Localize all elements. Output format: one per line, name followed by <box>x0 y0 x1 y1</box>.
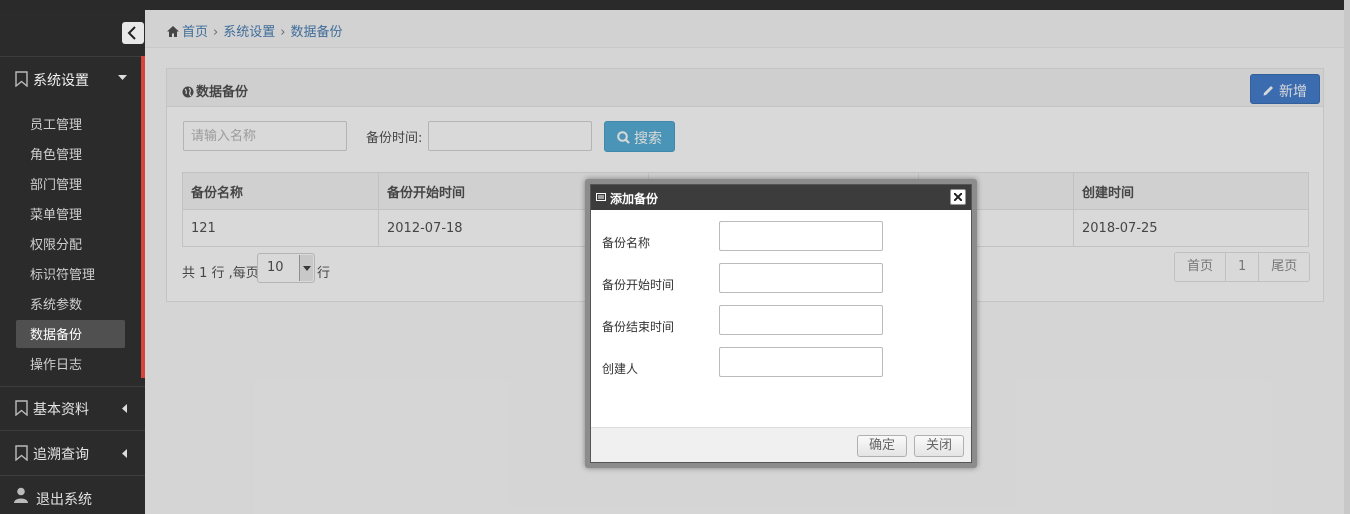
caret-left-icon <box>122 449 127 458</box>
dialog-header[interactable]: 添加备份 <box>591 185 971 210</box>
creator-label: 创建人 <box>602 362 639 376</box>
window-icon <box>596 193 606 201</box>
bookmark-icon <box>15 445 28 461</box>
sidebar-item-system-params[interactable]: 系统参数 <box>30 294 82 313</box>
creator-field[interactable] <box>719 347 883 377</box>
add-backup-dialog: 添加备份 备份名称 备份开始时间 备份结束时间 创建人 确定 关闭 <box>585 179 977 468</box>
backup-start-time-field[interactable] <box>719 263 883 293</box>
menu-group-system-settings[interactable]: 系统设置 <box>0 58 145 100</box>
backup-start-time-label: 备份开始时间 <box>602 278 675 292</box>
window-edge <box>1344 0 1350 514</box>
sidebar-collapse-button[interactable] <box>122 22 144 44</box>
chevron-left-icon <box>127 26 136 40</box>
menu-group-basic-data[interactable]: 基本资料 <box>0 387 145 429</box>
caret-left-icon <box>122 404 127 413</box>
sidebar-item-roles[interactable]: 角色管理 <box>30 144 82 163</box>
user-icon <box>14 487 28 503</box>
sidebar: 系统设置 员工管理 角色管理 部门管理 菜单管理 权限分配 标识符管理 系统参数… <box>0 10 145 514</box>
dialog-close-button[interactable] <box>950 189 966 205</box>
logout-button[interactable]: 退出系统 <box>14 487 92 508</box>
menu-group-label: 系统设置 <box>33 73 89 89</box>
close-icon <box>954 193 962 201</box>
menu-group-label: 基本资料 <box>33 402 89 418</box>
sidebar-item-data-backup[interactable]: 数据备份 <box>30 324 82 343</box>
backup-end-time-label: 备份结束时间 <box>602 320 675 334</box>
confirm-button[interactable]: 确定 <box>857 435 907 457</box>
menu-group-label: 追溯查询 <box>33 447 89 463</box>
logout-label: 退出系统 <box>36 492 92 508</box>
sidebar-item-permissions[interactable]: 权限分配 <box>30 234 82 253</box>
backup-name-label: 备份名称 <box>602 236 651 250</box>
dialog-body: 添加备份 备份名称 备份开始时间 备份结束时间 创建人 确定 关闭 <box>590 184 972 463</box>
caret-down-icon <box>118 75 127 80</box>
sidebar-item-employees[interactable]: 员工管理 <box>30 114 82 133</box>
dialog-footer: 确定 关闭 <box>591 427 971 462</box>
sidebar-item-menus[interactable]: 菜单管理 <box>30 204 82 223</box>
bookmark-icon <box>15 71 28 87</box>
dialog-title: 添加备份 <box>610 192 659 206</box>
bookmark-icon <box>15 400 28 416</box>
sidebar-item-operation-log[interactable]: 操作日志 <box>30 354 82 373</box>
backup-end-time-field[interactable] <box>719 305 883 335</box>
sidebar-item-identifiers[interactable]: 标识符管理 <box>30 264 95 283</box>
backup-name-field[interactable] <box>719 221 883 251</box>
top-bar <box>0 0 1350 10</box>
close-button[interactable]: 关闭 <box>914 435 964 457</box>
menu-group-trace-query[interactable]: 追溯查询 <box>0 432 145 474</box>
sidebar-item-departments[interactable]: 部门管理 <box>30 174 82 193</box>
